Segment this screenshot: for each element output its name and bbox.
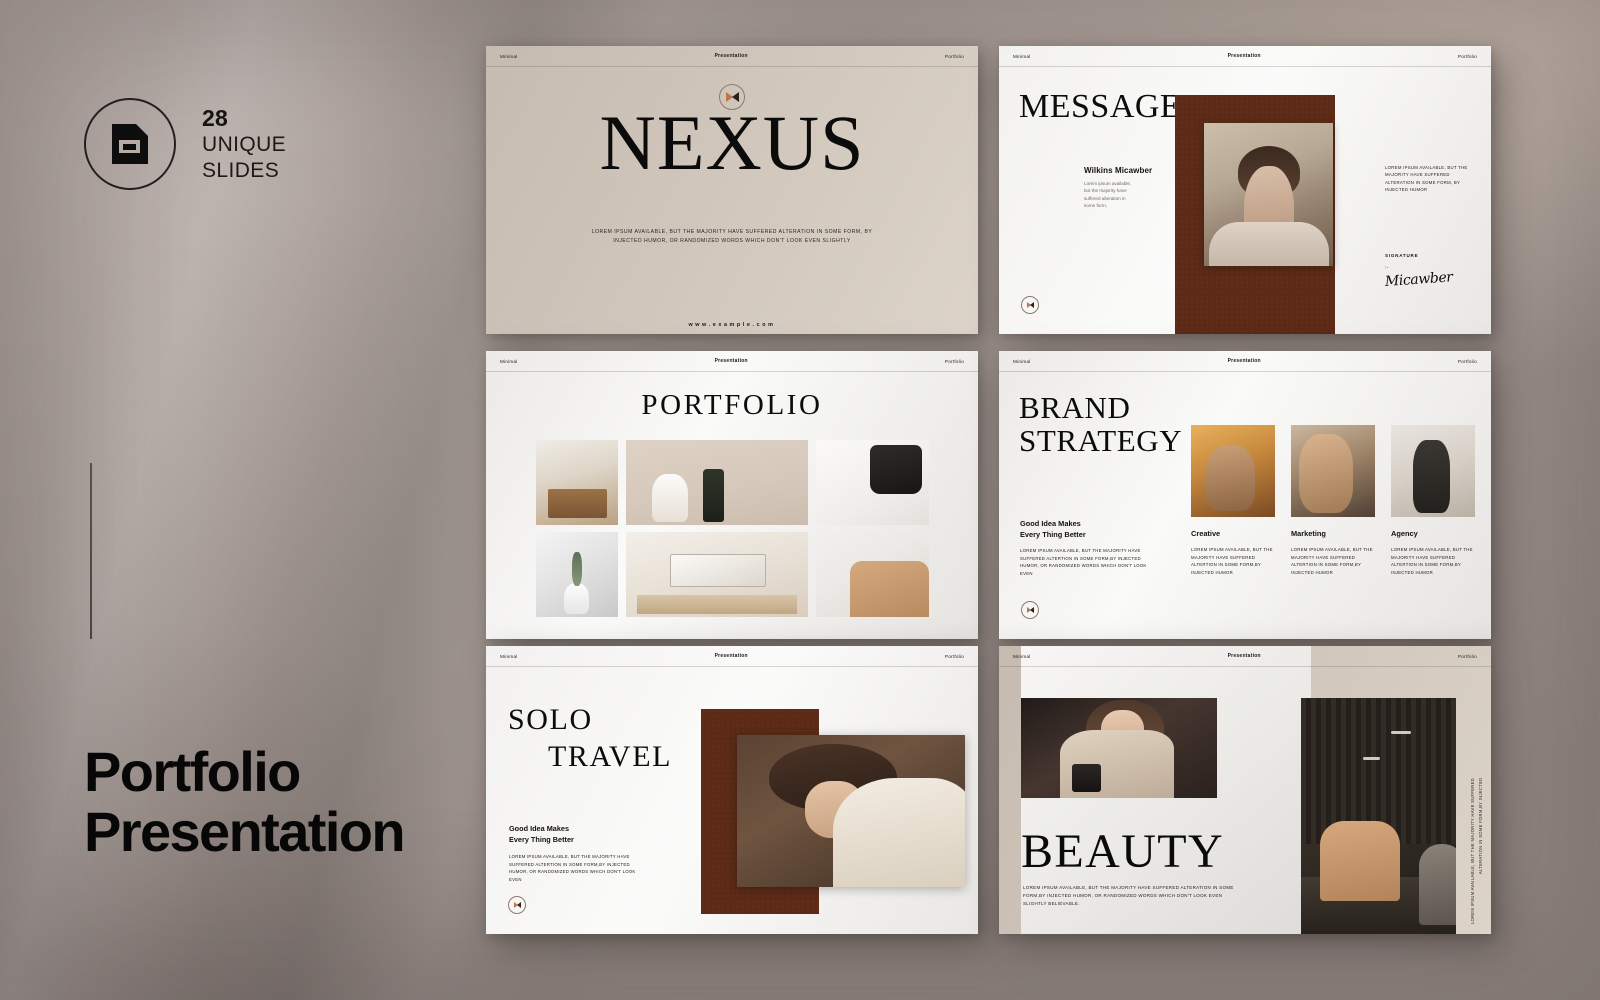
slide-header-right: Portfolio xyxy=(1457,358,1477,364)
badge-ring xyxy=(84,98,176,190)
gallery-item[interactable] xyxy=(815,532,929,617)
slide-header-center: Presentation xyxy=(714,653,748,659)
signature-dash: :- xyxy=(1385,265,1390,271)
subtitle-line-2: Every Thing Better xyxy=(509,834,574,844)
badge-text: 28 UNIQUE SLIDES xyxy=(202,104,286,183)
side-paragraph: LOREM IPSUM AVAILABLE, BUT THE MAJORITY … xyxy=(1385,165,1468,193)
beauty-photo xyxy=(1021,698,1217,798)
slide-header-right: Portfolio xyxy=(1457,653,1477,659)
badge-count: 28 xyxy=(202,105,228,132)
slide-header-left: Minimal xyxy=(500,358,518,364)
slide-title: BRAND STRATEGY xyxy=(1019,391,1182,458)
slide-header: Minimal Presentation Portfolio xyxy=(486,46,978,67)
slide-title: BEAUTY xyxy=(1021,825,1225,878)
slide-header-center: Presentation xyxy=(1227,653,1261,659)
slide-body: LOREM IPSUM AVAILABLE, BUT THE MAJORITY … xyxy=(1020,548,1147,576)
slide-title-line-2: TRAVEL xyxy=(548,739,673,773)
promo-panel: 28 UNIQUE SLIDES Portfolio Presentation xyxy=(0,0,470,1000)
slide-title: NEXUS xyxy=(599,99,865,186)
gallery-item[interactable] xyxy=(536,440,619,525)
slide-thumbnail-beauty[interactable]: Minimal Presentation Portfolio BEAUTY LO… xyxy=(999,646,1491,934)
unique-slides-badge: 28 UNIQUE SLIDES xyxy=(84,98,286,190)
subtitle-line-1: Good Idea Makes xyxy=(1020,519,1081,528)
slide-header-left: Minimal xyxy=(1013,53,1031,59)
slide-body: LOREM IPSUM AVAILABLE, BUT THE MAJORITY … xyxy=(1023,885,1234,906)
slide-thumbnail-nexus[interactable]: Minimal Presentation Portfolio NEXUS LOR… xyxy=(486,46,978,334)
slide-subtitle: Good Idea Makes Every Thing Better xyxy=(1020,519,1086,540)
vertical-divider xyxy=(90,463,92,639)
slide-header: Minimal Presentation Portfolio xyxy=(486,646,978,667)
slide-header-left: Minimal xyxy=(500,653,518,659)
gallery-item[interactable] xyxy=(626,532,808,617)
slide-title-line-2: STRATEGY xyxy=(1019,423,1183,459)
strategy-column: Agency LOREM IPSUM AVAILABLE, BUT THE MA… xyxy=(1391,425,1475,576)
vertical-caption: LOREM IPSUM AVAILABLE, BUT THE MAJORITY … xyxy=(1470,692,1484,924)
play-mark-logo-icon xyxy=(508,896,526,914)
promo-title: Portfolio Presentation xyxy=(84,740,406,863)
slide-title-line-1: SOLO xyxy=(508,703,593,736)
slide-body: LOREM IPSUM AVAILABLE, BUT THE MAJORITY … xyxy=(509,854,636,882)
slide-header-center: Presentation xyxy=(714,358,748,364)
slide-subtitle: Good Idea Makes Every Thing Better xyxy=(509,824,574,845)
column-heading: Agency xyxy=(1391,529,1418,538)
column-body: LOREM IPSUM AVAILABLE, BUT THE MAJORITY … xyxy=(1391,547,1473,575)
play-mark-logo-icon xyxy=(1021,601,1039,619)
interior-photo xyxy=(1301,698,1456,934)
slide-header-center: Presentation xyxy=(1227,358,1261,364)
strategy-columns: Creative LOREM IPSUM AVAILABLE, BUT THE … xyxy=(1191,425,1475,576)
slide-url: www.example.com xyxy=(688,322,776,328)
person-bio: Lorem ipsum available, but the majority … xyxy=(1084,181,1132,209)
slide-thumbnail-portfolio[interactable]: Minimal Presentation Portfolio PORTFOLIO xyxy=(486,351,978,639)
badge-line-2: SLIDES xyxy=(202,159,280,183)
slide-header: Minimal Presentation Portfolio xyxy=(999,351,1491,372)
gallery-item[interactable] xyxy=(536,532,619,617)
column-heading: Creative xyxy=(1191,529,1221,538)
gallery-item[interactable] xyxy=(626,440,808,525)
strategy-column: Creative LOREM IPSUM AVAILABLE, BUT THE … xyxy=(1191,425,1275,576)
column-body: LOREM IPSUM AVAILABLE, BUT THE MAJORITY … xyxy=(1291,547,1373,575)
promo-title-line-2: Presentation xyxy=(84,799,406,863)
slide-header-right: Portfolio xyxy=(944,53,964,59)
slide-header: Minimal Presentation Portfolio xyxy=(486,351,978,372)
subtitle-line-2: Every Thing Better xyxy=(1020,529,1086,539)
slide-header-left: Minimal xyxy=(500,53,518,59)
person-name: Wilkins Micawber xyxy=(1084,166,1153,175)
play-mark-logo-icon xyxy=(1021,296,1039,314)
slide-header-right: Portfolio xyxy=(944,358,964,364)
slide-thumbnail-brand-strategy[interactable]: Minimal Presentation Portfolio BRAND STR… xyxy=(999,351,1491,639)
subtitle-line-1: Good Idea Makes xyxy=(509,824,570,833)
column-body: LOREM IPSUM AVAILABLE, BUT THE MAJORITY … xyxy=(1191,547,1273,575)
column-heading: Marketing xyxy=(1291,529,1326,538)
slide-title-line-1: BRAND xyxy=(1019,390,1131,425)
portrait-photo xyxy=(1204,123,1333,266)
travel-photo xyxy=(737,735,965,887)
slide-subtitle: LOREM IPSUM AVAILABLE, BUT THE MAJORITY … xyxy=(591,229,873,244)
column-image xyxy=(1391,425,1475,517)
strategy-column: Marketing LOREM IPSUM AVAILABLE, BUT THE… xyxy=(1291,425,1375,576)
slide-title: MESSAGE xyxy=(1019,88,1182,125)
promo-title-line-1: Portfolio xyxy=(84,740,301,803)
slide-header-left: Minimal xyxy=(1013,653,1031,659)
slide-header-left: Minimal xyxy=(1013,358,1031,364)
vertical-caption-text: LOREM IPSUM AVAILABLE, BUT THE MAJORITY … xyxy=(1470,777,1483,924)
slide-title: PORTFOLIO xyxy=(641,389,823,421)
slide-thumbnail-solo-travel[interactable]: Minimal Presentation Portfolio SOLO TRAV… xyxy=(486,646,978,934)
column-image xyxy=(1291,425,1375,517)
slide-header-right: Portfolio xyxy=(944,653,964,659)
badge-line-1: UNIQUE xyxy=(202,133,287,157)
gallery-item[interactable] xyxy=(815,440,929,525)
slide-thumbnail-message[interactable]: Minimal Presentation Portfolio MESSAGE W… xyxy=(999,46,1491,334)
slide-header-right: Portfolio xyxy=(1457,53,1477,59)
slide-card-icon xyxy=(112,124,148,164)
slide-title: SOLO TRAVEL xyxy=(508,702,672,775)
slide-header: Minimal Presentation Portfolio xyxy=(999,46,1491,67)
column-image xyxy=(1191,425,1275,517)
slide-header-center: Presentation xyxy=(714,53,748,59)
slide-header-center: Presentation xyxy=(1227,53,1261,59)
portfolio-gallery-grid xyxy=(536,440,929,617)
signature-label: SIGNATURE xyxy=(1385,253,1419,258)
slide-header: Minimal Presentation Portfolio xyxy=(999,646,1491,667)
